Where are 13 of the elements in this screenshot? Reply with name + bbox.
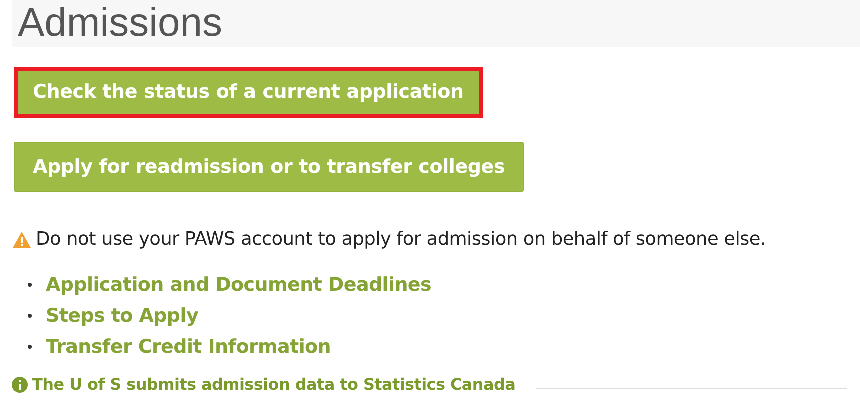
page-title: Admissions — [12, 0, 860, 47]
warning-icon — [12, 230, 32, 249]
info-icon — [12, 376, 28, 393]
link-button[interactable]: Apply for readmission or to transfer colleges — [14, 142, 524, 192]
info-link[interactable]: The U of S submits admission data to Statistics Canada — [32, 372, 516, 397]
bullet-icon — [28, 283, 32, 288]
link[interactable]: Application and Document Deadlines — [46, 270, 432, 301]
warning-text: Do not use your PAWS account to apply for admission on behalf of someone else. — [36, 228, 766, 252]
link-button[interactable]: Check the status of a current application — [14, 67, 483, 118]
link[interactable]: Transfer Credit Information — [46, 332, 332, 363]
link[interactable]: Steps to Apply — [46, 300, 199, 332]
bullet-icon — [28, 345, 32, 350]
bullet-icon — [28, 314, 32, 318]
